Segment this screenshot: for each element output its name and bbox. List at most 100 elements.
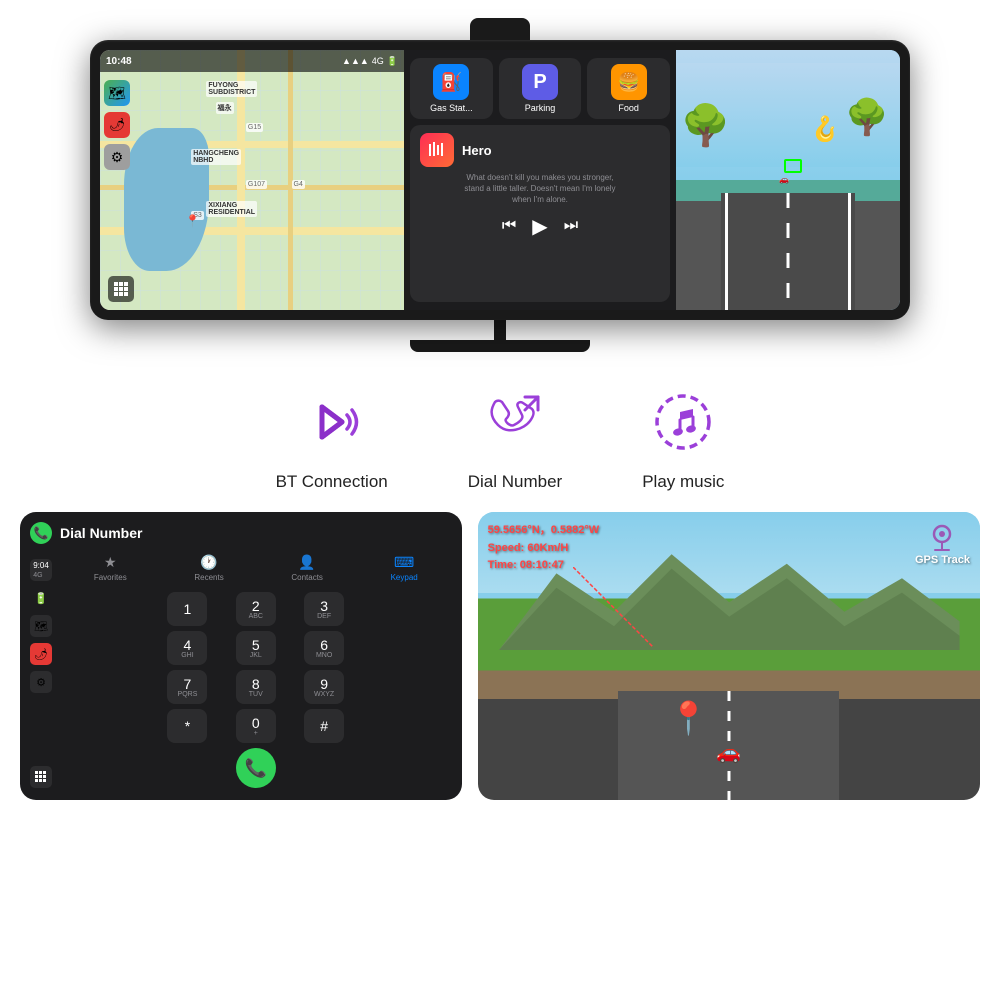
dial-main-area: ★ Favorites 🕐 Recents 👤 Contacts ⌨ Keypa…: [60, 554, 452, 788]
gps-track-label: GPS Track: [915, 554, 970, 566]
dial-battery-icon: 🔋: [30, 587, 52, 609]
dial-phone-icon: 📞: [30, 522, 52, 544]
gps-track-icon: [927, 522, 957, 552]
music-icon: [648, 387, 718, 457]
dialpad-call-row: 📞: [60, 748, 452, 788]
poi-gas[interactable]: ⛽ Gas Stat...: [410, 58, 493, 119]
carplay-panel: ⛽ Gas Stat... P Parking 🍔 Food: [404, 50, 676, 310]
map-status-bar: 10:48 ▲▲▲ 4G 🔋: [100, 50, 404, 72]
poi-row: ⛽ Gas Stat... P Parking 🍔 Food: [410, 58, 670, 119]
stand-neck: [494, 320, 506, 340]
key-0[interactable]: 0+: [236, 709, 276, 743]
key-5[interactable]: 5JKL: [236, 631, 276, 665]
music-card: Hero What doesn't kill you makes you str…: [410, 125, 670, 302]
key-hash[interactable]: #: [304, 709, 344, 743]
network-icon: 4G: [372, 56, 384, 66]
dialpad: 1 2ABC 3DEF 4GHI 5JKL 6MNO 7PQRS 8TUV 9W…: [156, 592, 356, 743]
dial-tab-contacts[interactable]: 👤 Contacts: [291, 554, 323, 582]
fastforward-button[interactable]: ⏭: [564, 217, 578, 235]
road-label-g15: G15: [246, 123, 263, 132]
dial-tab-recents[interactable]: 🕐 Recents: [194, 554, 223, 582]
status-time: 10:48: [106, 56, 132, 67]
dial-panel-title: Dial Number: [60, 525, 142, 541]
dial-header: 📞 Dial Number: [30, 522, 452, 544]
road-scene: 🌳 🌳 🪝 🚗: [676, 50, 900, 310]
dial-left-sidebar: 9:044G 🔋 🗺 🌶 ⚙: [30, 554, 60, 788]
device-stand: [90, 320, 910, 352]
parking-label: Parking: [525, 103, 556, 113]
dial-app-1[interactable]: 🗺: [30, 615, 52, 637]
dial-tab-favorites[interactable]: ★ Favorites: [94, 554, 127, 582]
feature-music: Play music: [642, 382, 724, 492]
contacts-tab-icon: 👤: [298, 554, 315, 571]
road-label-g4: G4: [292, 180, 305, 189]
music-lyrics: What doesn't kill you makes you stronger…: [420, 172, 660, 206]
bluetooth-icon: [297, 387, 367, 457]
dial-number-panel: 📞 Dial Number 9:044G 🔋 🗺 🌶 ⚙: [20, 512, 462, 800]
food-label: Food: [618, 103, 639, 113]
gps-connecting-line: [573, 567, 653, 647]
empty-spacer: [60, 751, 100, 785]
device-section: 10:48 ▲▲▲ 4G 🔋: [0, 0, 1000, 352]
keypad-tab-icon: ⌨: [394, 554, 414, 571]
key-3[interactable]: 3DEF: [304, 592, 344, 626]
music-title: Hero: [462, 143, 492, 158]
road-shoulder-right: [848, 193, 851, 310]
music-app-row: Hero: [420, 133, 660, 167]
key-9[interactable]: 9WXYZ: [304, 670, 344, 704]
music-icon-wrap-outer: [643, 382, 723, 462]
tree-left: 🌳: [680, 102, 730, 149]
key-7[interactable]: 7PQRS: [167, 670, 207, 704]
feature-phone: Dial Number: [468, 382, 562, 492]
music-app-icon: [420, 133, 454, 167]
phone-icon: [480, 387, 550, 457]
play-button[interactable]: ▶: [532, 214, 547, 239]
status-icons: ▲▲▲ 4G 🔋: [342, 56, 398, 67]
recents-tab-label: Recents: [194, 573, 223, 582]
grid-button[interactable]: [108, 276, 134, 302]
bt-icon-wrap: [292, 382, 372, 462]
device-body: 10:48 ▲▲▲ 4G 🔋: [90, 40, 910, 320]
signal-icon: ▲▲▲: [342, 56, 369, 66]
rewind-button[interactable]: ⏮: [502, 217, 516, 235]
bt-label: BT Connection: [276, 472, 388, 492]
contacts-tab-label: Contacts: [291, 573, 323, 582]
screen-container: 10:48 ▲▲▲ 4G 🔋: [100, 50, 900, 310]
key-star[interactable]: *: [167, 709, 207, 743]
poi-parking[interactable]: P Parking: [499, 58, 582, 119]
gps-scene: 🚗 59.5656°N，0.5882°W Speed: 60Km/H Time:…: [478, 512, 980, 800]
maps-app-icon[interactable]: 🗺: [104, 80, 130, 106]
dial-grid-btn[interactable]: [30, 766, 52, 788]
device-wrapper: 10:48 ▲▲▲ 4G 🔋: [90, 18, 910, 352]
battery-icon: 🔋: [387, 56, 398, 67]
features-section: BT Connection Dial Number: [0, 352, 1000, 512]
key-8[interactable]: 8TUV: [236, 670, 276, 704]
road-center-line: [787, 193, 790, 310]
dial-app-3[interactable]: ⚙: [30, 671, 52, 693]
map-label-fuyon-cn: 福永: [216, 102, 234, 114]
dial-tab-keypad[interactable]: ⌨ Keypad: [391, 554, 418, 582]
recents-tab-icon: 🕐: [200, 554, 217, 571]
road-label-g107: G107: [246, 180, 267, 189]
map-label-hangcheng: HANGCHENGNBHD: [191, 149, 241, 165]
camera-bump: [470, 18, 530, 40]
key-1[interactable]: 1: [167, 592, 207, 626]
music-label: Play music: [642, 472, 724, 492]
map-sidebar: 🗺 🌶 ⚙: [104, 80, 130, 170]
keypad-tab-label: Keypad: [391, 573, 418, 582]
app-icon-2[interactable]: 🌶: [104, 112, 130, 138]
favorites-tab-label: Favorites: [94, 573, 127, 582]
map-location-pin: 📍: [185, 214, 200, 228]
map-label-xixiang: XIXIANGRESIDENTIAL: [206, 201, 257, 217]
distant-car: 🚗: [779, 175, 789, 184]
gps-track-badge: GPS Track: [915, 522, 970, 566]
key-6[interactable]: 6MNO: [304, 631, 344, 665]
poi-food[interactable]: 🍔 Food: [587, 58, 670, 119]
call-button[interactable]: 📞: [236, 748, 276, 788]
map-panel: 10:48 ▲▲▲ 4G 🔋: [100, 50, 404, 310]
dial-app-2[interactable]: 🌶: [30, 643, 52, 665]
key-4[interactable]: 4GHI: [167, 631, 207, 665]
dial-tabs: ★ Favorites 🕐 Recents 👤 Contacts ⌨ Keypa…: [60, 554, 452, 582]
settings-icon[interactable]: ⚙: [104, 144, 130, 170]
key-2[interactable]: 2ABC: [236, 592, 276, 626]
